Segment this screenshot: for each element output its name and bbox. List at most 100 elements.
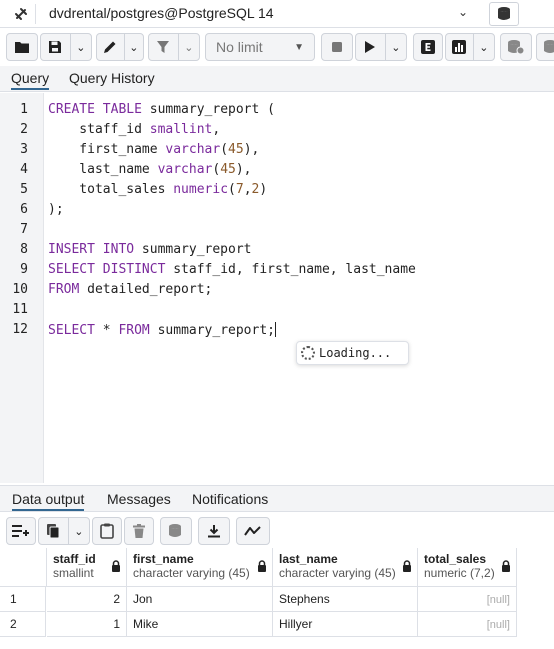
database-rollback-icon [544,40,554,53]
chevron-down-icon[interactable]: ⌄ [386,34,406,60]
download-button[interactable] [198,517,230,545]
code-line: SELECT DISTINCT staff_id, first_name, la… [48,262,416,277]
table-cell[interactable]: Mike [127,612,273,637]
code-token: INSERT INTO [48,242,135,257]
lock-icon [502,560,510,572]
save-icon [49,41,62,53]
database-icon[interactable] [489,2,519,26]
tab-notifications[interactable]: Notifications [192,491,268,507]
table-cell[interactable]: 2 [47,587,127,612]
lock-icon [112,560,120,572]
data-grid: staff_id smallint first_name character v… [0,548,554,649]
table-cell[interactable]: Stephens [273,587,418,612]
edit-button[interactable]: ⌄ [96,33,144,61]
chevron-down-icon[interactable]: ⌄ [71,34,91,60]
filter-button[interactable]: ⌄ [148,33,200,61]
line-number: 6 [20,202,28,217]
query-toolbar: ⌄ ⌄ ⌄ No limit ▼ ⌄ ⌄ [0,31,554,63]
download-icon [208,525,220,538]
play-icon [365,41,376,53]
code-line: CREATE TABLE summary_report ( [48,102,275,117]
pencil-icon [104,41,116,53]
spinner-icon [301,346,315,360]
execute-button[interactable]: ⌄ [355,33,407,61]
commit-button[interactable] [500,33,532,61]
table-cell[interactable]: [null] [418,612,517,637]
table-cell[interactable]: [null] [418,587,517,612]
rollback-button[interactable] [536,33,554,61]
code-line: ); [48,202,64,217]
code-token: numeric [173,182,229,197]
code-token: 2 [251,182,260,197]
chevron-down-icon[interactable]: ⌄ [125,34,143,60]
line-number: 5 [20,182,28,197]
stop-button[interactable] [321,33,353,61]
line-number: 7 [20,222,28,237]
autocomplete-loading-popup: Loading... [296,341,409,365]
explain-icon [421,40,435,54]
graph-visualiser-button[interactable] [236,517,270,545]
paste-button[interactable] [92,517,122,545]
chevron-down-icon[interactable]: ⌄ [474,34,494,60]
sql-editor[interactable]: 1 2 3 4 5 6 7 8 9 10 11 12 CREATE TABLE … [0,93,554,483]
loading-text: Loading... [319,346,392,360]
column-name: last_name [279,552,338,566]
tab-query-history[interactable]: Query History [69,70,155,86]
column-header-last-name[interactable]: last_name character varying (45) [273,548,418,587]
tab-query[interactable]: Query [11,70,50,90]
table-cell[interactable]: Hillyer [273,612,418,637]
line-number: 9 [20,262,28,277]
lock-icon [258,560,266,572]
row-number[interactable]: 1 [0,587,46,612]
open-file-button[interactable] [6,33,38,61]
add-row-icon [12,525,29,537]
line-number: 3 [20,142,28,157]
trash-icon [133,524,145,538]
code-line: last_name varchar(45), [48,162,252,177]
line-number: 8 [20,242,28,257]
results-toolbar: ⌄ [0,513,554,548]
tab-data-output[interactable]: Data output [12,491,85,511]
save-file-button[interactable]: ⌄ [40,33,92,61]
row-number[interactable]: 2 [0,612,46,637]
line-number: 4 [20,162,28,177]
code-token: 7 [235,182,244,197]
column-name: first_name [133,552,194,566]
row-limit-value: No limit [216,39,263,55]
copy-icon [47,524,60,539]
tab-messages[interactable]: Messages [107,491,171,507]
code-line: FROM detailed_report; [48,282,213,297]
folder-icon [15,42,29,53]
connection-selector[interactable]: dvdrental/postgres@PostgreSQL 14 [49,5,274,21]
table-cell[interactable]: Jon [127,587,273,612]
chevron-down-icon[interactable]: ⌄ [69,525,89,538]
column-header-total-sales[interactable]: total_sales numeric (7,2) [418,548,517,587]
code-token: varchar [157,162,213,177]
explain-analyze-button[interactable]: ⌄ [445,33,495,61]
add-row-button[interactable] [6,517,36,545]
column-type: character varying (45) [279,566,396,580]
query-tabs: Query Query History [0,66,554,92]
code-token: 45 [220,162,236,177]
chevron-down-icon[interactable]: ⌄ [458,5,468,19]
line-chart-icon [244,526,261,536]
save-data-button[interactable] [160,517,192,545]
code-token: SELECT DISTINCT [48,262,166,277]
code-token: varchar [165,142,221,157]
chevron-down-icon[interactable]: ⌄ [179,34,199,60]
code-token: smallint [149,122,213,137]
line-number: 2 [20,122,28,137]
connection-status-icon[interactable] [6,4,36,24]
delete-button[interactable] [124,517,154,545]
table-cell[interactable]: 1 [47,612,127,637]
code-line: staff_id smallint, [48,122,221,137]
column-header-first-name[interactable]: first_name character varying (45) [127,548,273,587]
code-line: first_name varchar(45), [48,142,260,157]
copy-button[interactable]: ⌄ [38,517,90,545]
line-number-gutter: 1 2 3 4 5 6 7 8 9 10 11 12 [0,93,44,483]
row-limit-select[interactable]: No limit ▼ [205,33,315,61]
stop-icon [332,42,342,52]
column-header-staff-id[interactable]: staff_id smallint [47,548,127,587]
explain-button[interactable] [413,33,443,61]
line-number: 12 [12,322,28,337]
